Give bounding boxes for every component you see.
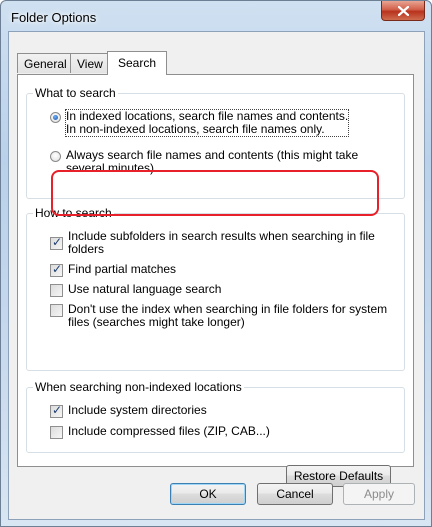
include-subfolders-line2: folders: [68, 242, 105, 256]
indexed-search-radio[interactable]: [50, 112, 61, 123]
always-search-radio[interactable]: [50, 151, 61, 162]
natural-language-checkbox[interactable]: [50, 284, 63, 297]
include-subfolders-label: Include subfolders in search results whe…: [68, 230, 375, 256]
ok-button[interactable]: OK: [170, 483, 246, 505]
tab-view[interactable]: View: [70, 53, 110, 73]
include-system-dirs-label: Include system directories: [68, 403, 207, 417]
always-search-line1: Always search file names and contents (t…: [66, 148, 359, 162]
what-to-search-title: What to search: [33, 86, 118, 100]
tab-search[interactable]: Search: [107, 51, 168, 75]
natural-language-label: Use natural language search: [68, 282, 222, 296]
dont-use-index-checkbox[interactable]: [50, 304, 63, 317]
dialog-body: General View Search What to search In in…: [8, 31, 425, 520]
indexed-search-label: In indexed locations, search file names …: [64, 109, 350, 137]
include-subfolders-line1: Include subfolders in search results whe…: [68, 229, 375, 243]
tab-view-label: View: [77, 57, 103, 71]
include-subfolders-option[interactable]: Include subfolders in search results whe…: [50, 230, 375, 256]
include-system-dirs-option[interactable]: Include system directories: [50, 403, 207, 418]
include-system-dirs-checkbox[interactable]: [50, 403, 63, 418]
tab-general-label: General: [24, 57, 67, 71]
find-partial-matches-option[interactable]: Find partial matches: [50, 262, 177, 277]
folder-options-window: Folder Options General View Search What …: [0, 0, 432, 527]
indexed-search-line1: In indexed locations, search file names …: [66, 109, 349, 123]
non-indexed-title: When searching non-indexed locations: [33, 380, 244, 394]
non-indexed-group: When searching non-indexed locations: [26, 380, 405, 453]
apply-button[interactable]: Apply: [343, 483, 415, 505]
indexed-search-option[interactable]: In indexed locations, search file names …: [50, 109, 350, 137]
dont-use-index-label: Don't use the index when searching in fi…: [68, 303, 387, 329]
window-title: Folder Options: [11, 10, 97, 25]
include-compressed-label: Include compressed files (ZIP, CAB...): [68, 424, 270, 438]
dont-use-index-line2: files (searches might take longer): [68, 315, 245, 329]
find-partial-matches-checkbox[interactable]: [50, 262, 63, 277]
indexed-search-line2: In non-indexed locations, search file na…: [66, 122, 325, 136]
tab-search-label: Search: [118, 56, 157, 70]
tab-general[interactable]: General: [17, 53, 74, 73]
find-partial-matches-label: Find partial matches: [68, 262, 177, 276]
annotation-highlight-ring: [51, 170, 379, 216]
dont-use-index-option[interactable]: Don't use the index when searching in fi…: [50, 303, 387, 329]
include-subfolders-checkbox[interactable]: [50, 235, 63, 250]
close-button[interactable]: [381, 1, 425, 21]
title-bar[interactable]: Folder Options: [1, 1, 431, 31]
search-tab-panel: What to search In indexed locations, sea…: [17, 74, 414, 487]
include-compressed-option[interactable]: Include compressed files (ZIP, CAB...): [50, 425, 270, 439]
close-icon: [398, 6, 409, 16]
natural-language-option[interactable]: Use natural language search: [50, 283, 221, 297]
cancel-button[interactable]: Cancel: [257, 483, 333, 505]
include-compressed-checkbox[interactable]: [50, 426, 63, 439]
dont-use-index-line1: Don't use the index when searching in fi…: [68, 302, 388, 316]
